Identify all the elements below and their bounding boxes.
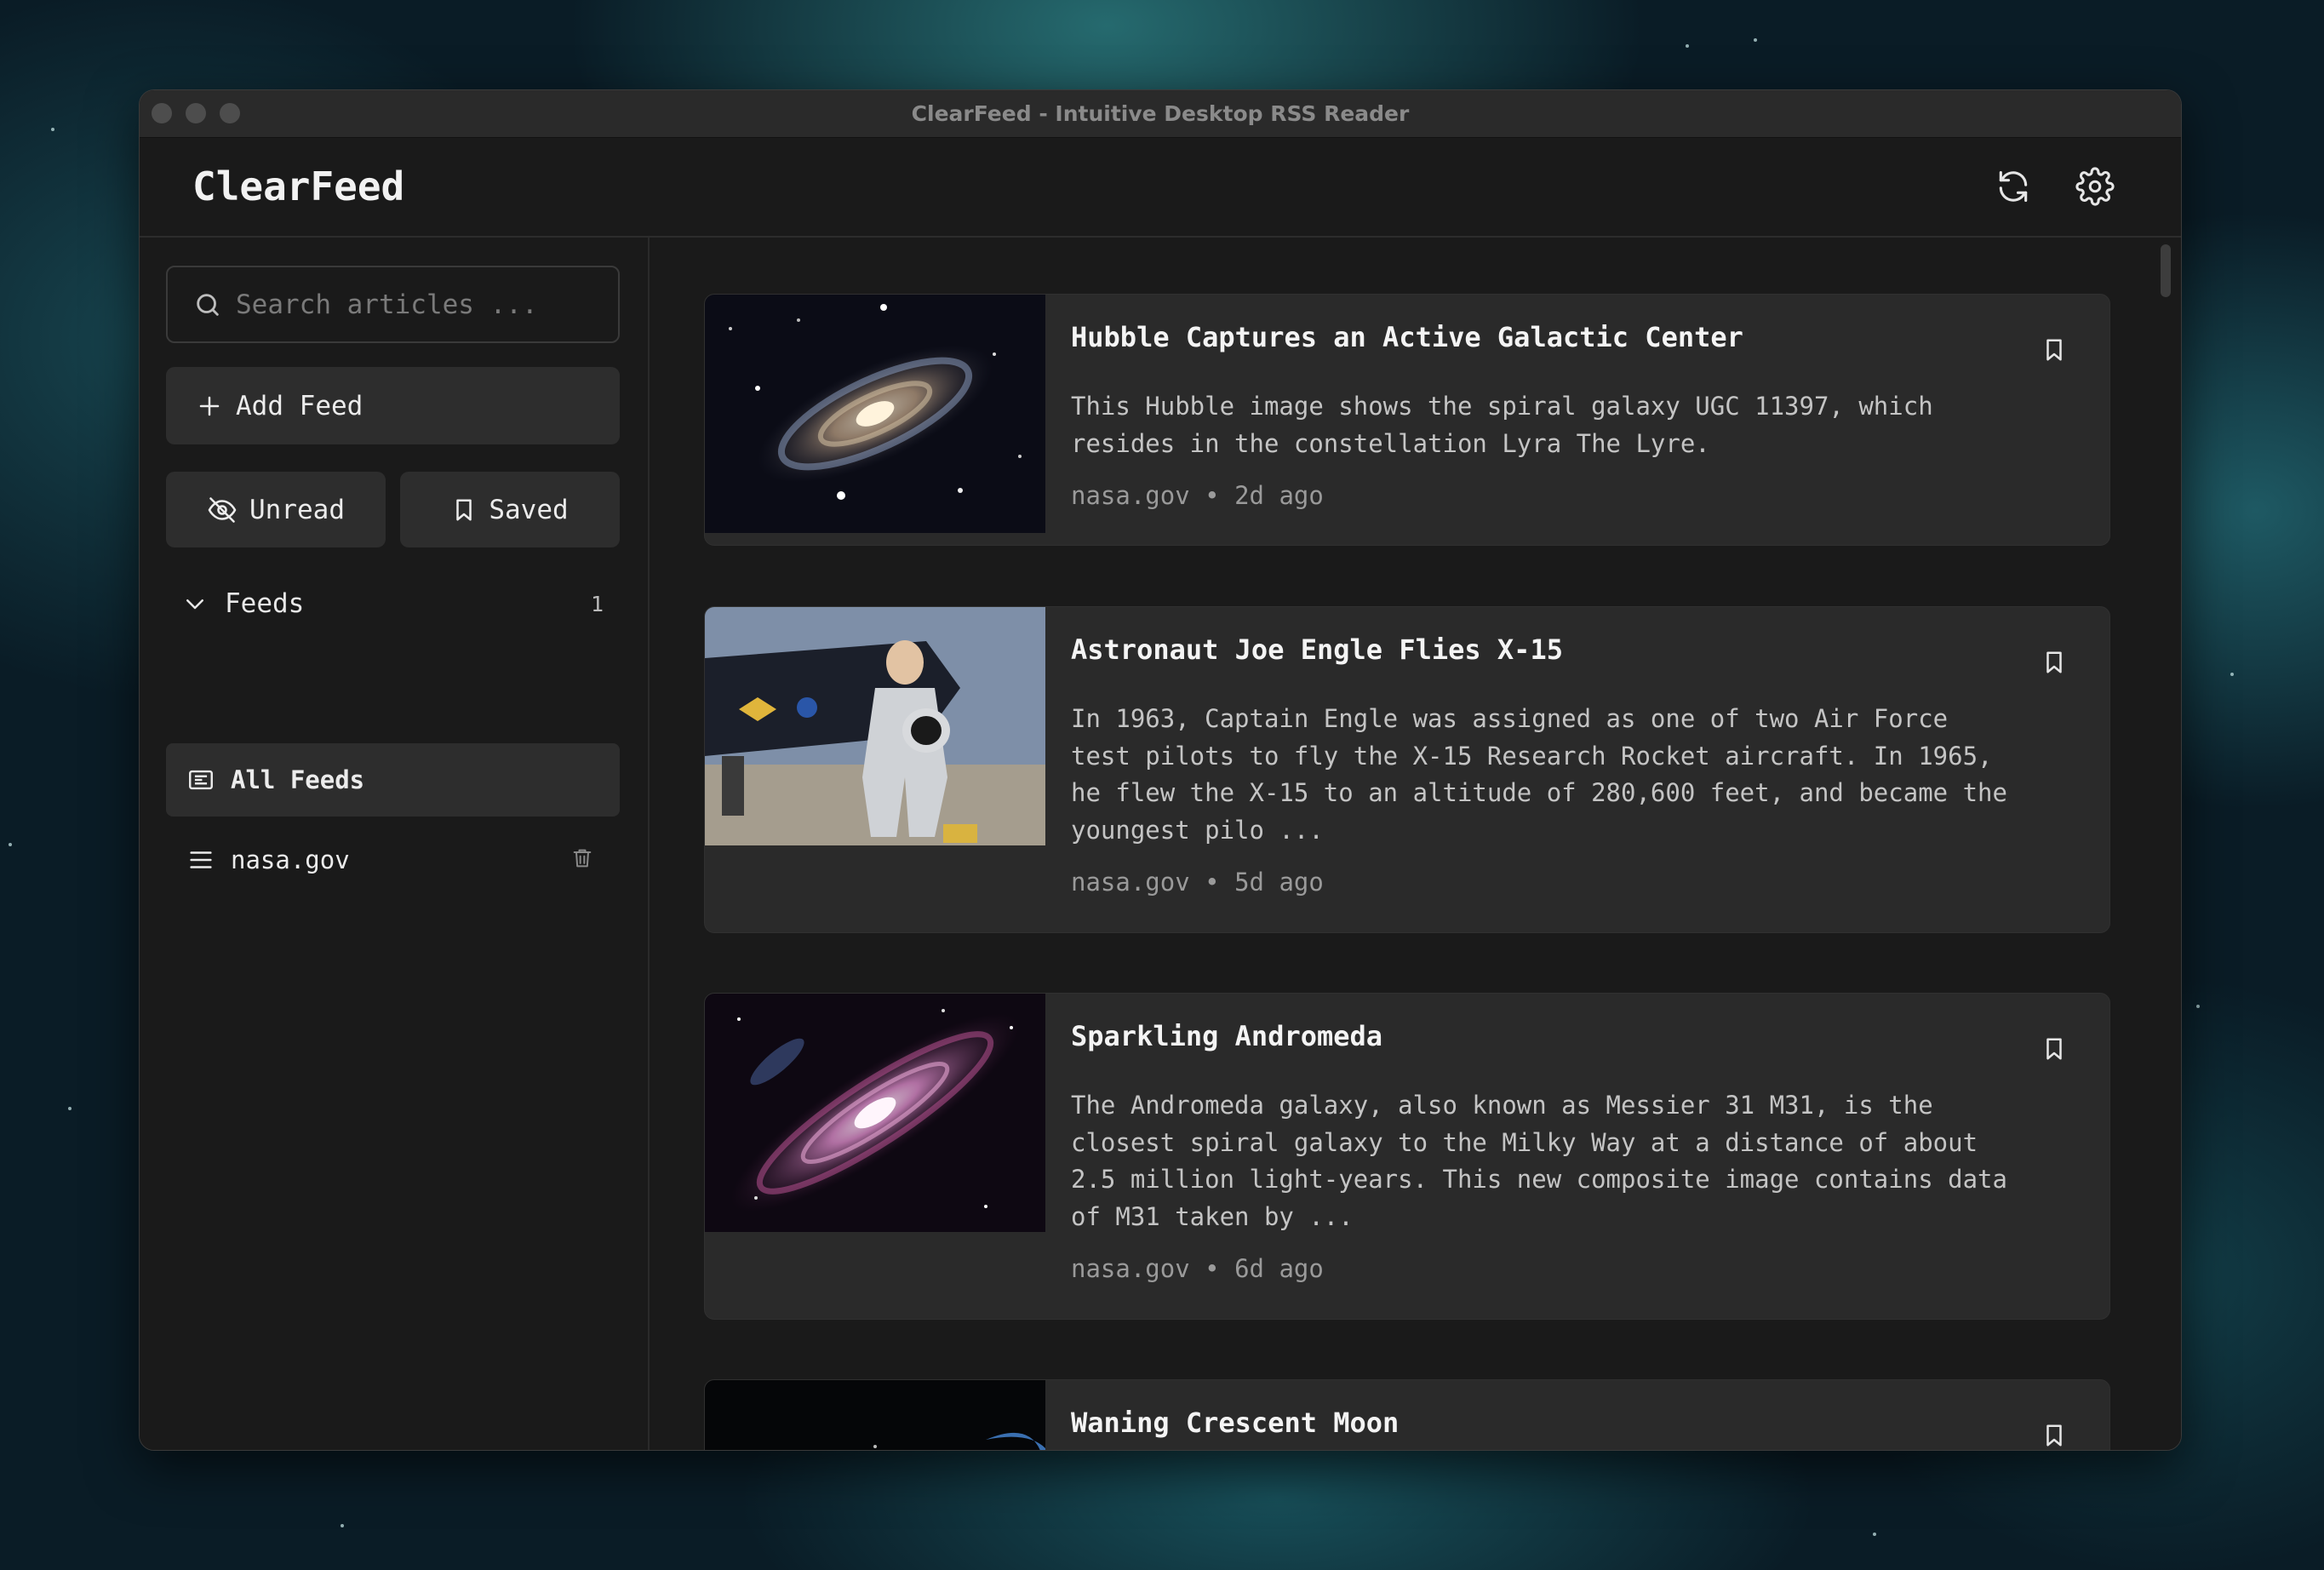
sidebar-item-label: All Feeds xyxy=(231,765,365,794)
feeds-section-toggle[interactable]: Feeds 1 xyxy=(182,582,604,625)
article-body: Hubble Captures an Active Galactic Cente… xyxy=(1071,318,2016,510)
sidebar-item-label: nasa.gov xyxy=(231,845,350,874)
search-icon xyxy=(193,290,222,319)
sidebar-item-all-feeds[interactable]: All Feeds xyxy=(166,743,620,817)
add-feed-button[interactable]: Add Feed xyxy=(166,367,620,444)
feeds-count: 1 xyxy=(590,591,604,616)
article-age: 6d ago xyxy=(1234,1254,1324,1283)
unread-label: Unread xyxy=(249,494,345,525)
article-title[interactable]: Hubble Captures an Active Galactic Cente… xyxy=(1071,318,2016,356)
title-bar: ClearFeed - Intuitive Desktop RSS Reader xyxy=(140,90,2181,138)
sidebar: Add Feed Unread Saved Feeds 1 xyxy=(140,238,650,1450)
newspaper-icon xyxy=(186,765,215,794)
bookmark-icon[interactable] xyxy=(2041,1034,2067,1063)
article-source: nasa.gov xyxy=(1071,1254,1190,1283)
article-source: nasa.gov xyxy=(1071,481,1190,510)
article-description: In 1963, Captain Engle was assigned as o… xyxy=(1071,704,2007,845)
settings-button[interactable] xyxy=(2071,163,2119,210)
menu-lines-icon xyxy=(186,845,215,874)
article-thumbnail-moon xyxy=(705,1380,1045,1450)
add-feed-label: Add Feed xyxy=(236,390,363,421)
bookmark-icon[interactable] xyxy=(2041,1421,2067,1450)
search-input[interactable] xyxy=(234,288,578,321)
article-title[interactable]: Sparkling Andromeda xyxy=(1071,1017,2016,1055)
article-thumbnail-andromeda xyxy=(705,994,1045,1232)
meta-separator: • xyxy=(1205,1254,1220,1283)
eye-off-icon xyxy=(207,495,238,525)
refresh-icon xyxy=(1999,170,2028,203)
article-source: nasa.gov xyxy=(1071,868,1190,897)
article-list: Hubble Captures an Active Galactic Cente… xyxy=(650,238,2181,1450)
article-body: Waning Crescent Moon xyxy=(1071,1404,2016,1441)
trash-icon[interactable] xyxy=(570,846,594,870)
gear-icon xyxy=(2075,167,2115,206)
article-body: Sparkling Andromeda The Andromeda galaxy… xyxy=(1071,1017,2016,1283)
article-description: This Hubble image shows the spiral galax… xyxy=(1071,392,1933,458)
article-card[interactable]: Sparkling Andromeda The Andromeda galaxy… xyxy=(704,993,2110,1320)
article-meta: nasa.gov • 6d ago xyxy=(1071,1254,2016,1283)
refresh-button[interactable] xyxy=(1989,163,2037,210)
article-thumbnail-astronaut xyxy=(705,607,1045,845)
article-card[interactable]: Waning Crescent Moon xyxy=(704,1379,2110,1450)
sidebar-item-nasa-gov[interactable]: nasa.gov xyxy=(166,823,620,897)
app-name: ClearFeed xyxy=(192,163,405,209)
chevron-down-icon xyxy=(182,591,208,616)
search-box[interactable] xyxy=(166,266,620,343)
article-title[interactable]: Astronaut Joe Engle Flies X-15 xyxy=(1071,631,2016,668)
meta-separator: • xyxy=(1205,481,1220,510)
article-body: Astronaut Joe Engle Flies X-15 In 1963, … xyxy=(1071,631,2016,897)
article-meta: nasa.gov • 2d ago xyxy=(1071,481,2016,510)
article-meta: nasa.gov • 5d ago xyxy=(1071,868,2016,897)
window-title: ClearFeed - Intuitive Desktop RSS Reader xyxy=(911,101,1410,126)
article-description: The Andromeda galaxy, also known as Mess… xyxy=(1071,1091,2007,1231)
article-card[interactable]: Hubble Captures an Active Galactic Cente… xyxy=(704,294,2110,546)
article-age: 2d ago xyxy=(1234,481,1324,510)
bookmark-icon xyxy=(451,497,477,523)
article-age: 5d ago xyxy=(1234,868,1324,897)
feeds-label: Feeds xyxy=(225,588,305,619)
article-card[interactable]: Astronaut Joe Engle Flies X-15 In 1963, … xyxy=(704,606,2110,933)
scrollbar[interactable] xyxy=(2161,244,2171,297)
plus-icon xyxy=(197,393,222,419)
bookmark-icon[interactable] xyxy=(2041,648,2067,677)
article-thumbnail-galaxy xyxy=(705,295,1045,533)
unread-filter-button[interactable]: Unread xyxy=(166,472,386,547)
saved-label: Saved xyxy=(489,494,569,525)
bookmark-icon[interactable] xyxy=(2041,335,2067,364)
app-header: ClearFeed xyxy=(140,138,2181,238)
meta-separator: • xyxy=(1205,868,1220,897)
saved-filter-button[interactable]: Saved xyxy=(400,472,620,547)
article-title[interactable]: Waning Crescent Moon xyxy=(1071,1404,2016,1441)
app-window: ClearFeed - Intuitive Desktop RSS Reader… xyxy=(139,89,2182,1451)
